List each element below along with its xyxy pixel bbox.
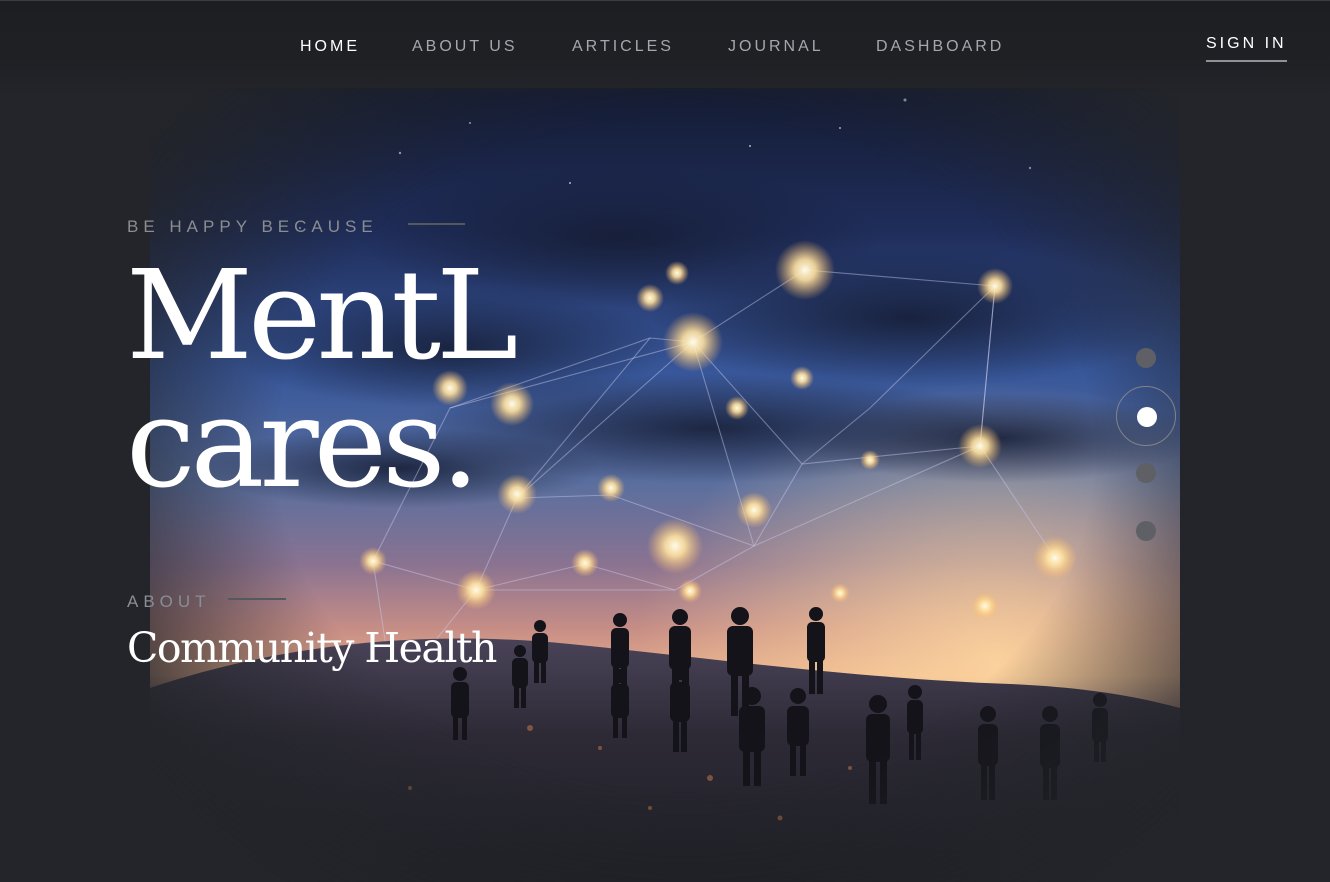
nav-item-dashboard[interactable]: DASHBOARD (876, 38, 1004, 56)
hero-subtitle: Community Health (127, 624, 497, 672)
nav-item-home[interactable]: HOME (300, 38, 360, 56)
sign-in-link[interactable]: SIGN IN (1206, 35, 1287, 62)
main-nav: HOME ABOUT US ARTICLES JOURNAL DASHBOARD (0, 38, 1330, 58)
slide-dot-4[interactable] (1136, 521, 1156, 541)
slide-dot-1[interactable] (1136, 348, 1156, 368)
slide-dot-2-active[interactable] (1116, 386, 1176, 446)
nav-item-articles[interactable]: ARTICLES (572, 38, 674, 56)
nav-item-journal[interactable]: JOURNAL (728, 38, 824, 56)
headline-line-2: cares. (126, 372, 480, 516)
headline-line-1: MentL (126, 244, 518, 388)
top-nav-bar: HOME ABOUT US ARTICLES JOURNAL DASHBOARD… (0, 0, 1330, 96)
hero-headline: MentL cares. (126, 244, 518, 516)
hero-eyebrow: BE HAPPY BECAUSE (127, 217, 378, 236)
eyebrow-divider (408, 223, 465, 225)
nav-item-about-us[interactable]: ABOUT US (412, 38, 518, 56)
active-dot-indicator (1137, 407, 1157, 427)
about-label: ABOUT (127, 592, 211, 611)
slide-dot-3[interactable] (1136, 463, 1156, 483)
about-divider (228, 598, 286, 600)
